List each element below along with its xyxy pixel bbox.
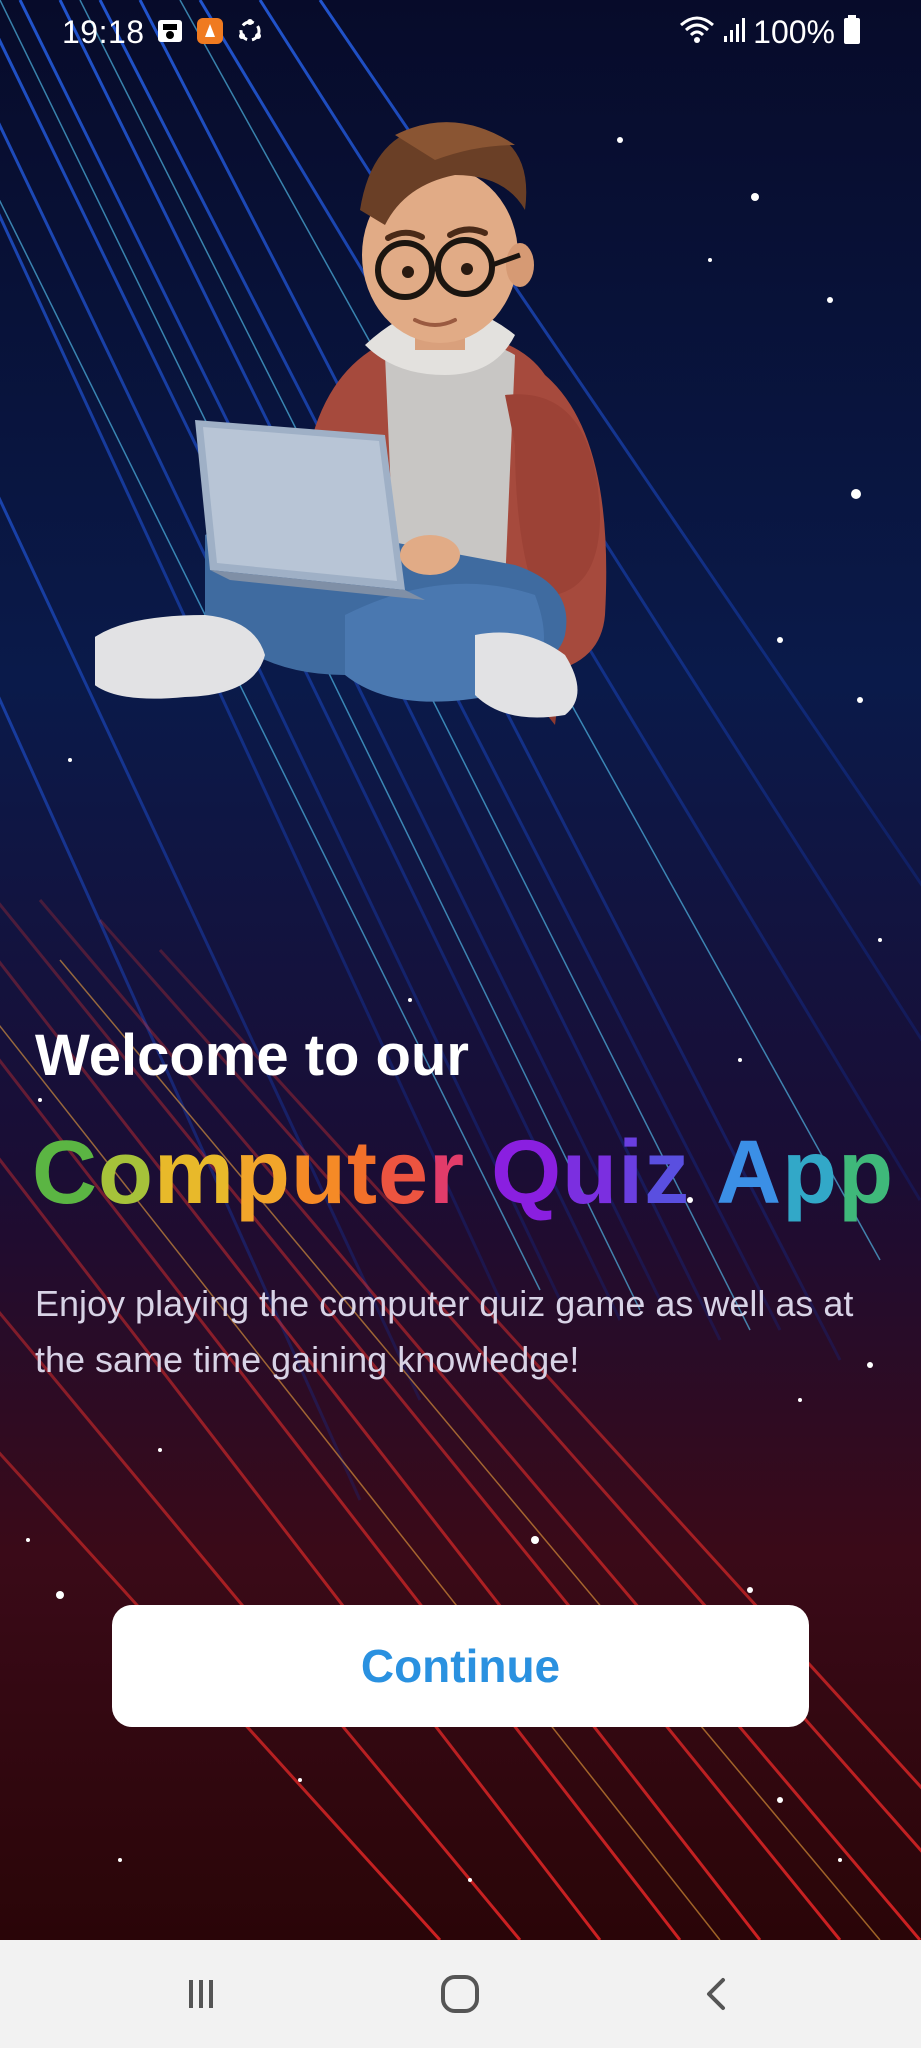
- student-with-laptop-illustration: [95, 122, 607, 725]
- app-title: Computer Quiz App: [32, 1122, 894, 1225]
- app-title-letter: p: [235, 1123, 291, 1223]
- media-icon: [155, 16, 185, 46]
- app-title-letter: e: [377, 1123, 430, 1223]
- app-title-letter: [690, 1122, 716, 1225]
- system-icons: 100%: [679, 14, 861, 51]
- battery-percentage: 100%: [753, 14, 835, 50]
- app-title-letter: u: [291, 1123, 347, 1223]
- app-title-letter: m: [153, 1123, 236, 1223]
- app-title-letter: z: [644, 1123, 691, 1223]
- app-title-letter: i: [618, 1123, 645, 1223]
- app-title-letter: A: [716, 1123, 783, 1223]
- recent-apps-icon[interactable]: [161, 1964, 241, 2024]
- battery-icon: [843, 15, 861, 50]
- app-title-letter: C: [32, 1123, 98, 1223]
- notification-icons: [155, 16, 265, 46]
- continue-button[interactable]: Continue: [112, 1605, 809, 1727]
- status-bar: 19:18 100%: [0, 0, 921, 70]
- app-notification-icon: [195, 16, 225, 46]
- app-title-letter: r: [429, 1123, 466, 1223]
- app-title-letter: p: [782, 1123, 839, 1223]
- wifi-icon: [679, 15, 715, 50]
- welcome-heading: Welcome to our: [35, 1023, 469, 1088]
- app-title-letter: [465, 1122, 491, 1225]
- welcome-description: Enjoy playing the computer quiz game as …: [35, 1283, 854, 1380]
- sync-icon: [235, 16, 265, 46]
- app-title-letter: p: [838, 1123, 895, 1223]
- app-title-letter: t: [346, 1123, 378, 1223]
- app-title-letter: Q: [491, 1123, 563, 1223]
- status-time: 19:18: [62, 14, 145, 50]
- home-icon[interactable]: [420, 1964, 500, 2024]
- back-icon[interactable]: [677, 1964, 757, 2024]
- app-title-letter: o: [98, 1123, 154, 1223]
- app-title-letter: u: [562, 1123, 619, 1223]
- signal-icon: [723, 16, 746, 49]
- welcome-screen: 19:18 100% Welcome to our Computer Quiz …: [0, 0, 921, 2048]
- navigation-bar: [0, 1940, 921, 2048]
